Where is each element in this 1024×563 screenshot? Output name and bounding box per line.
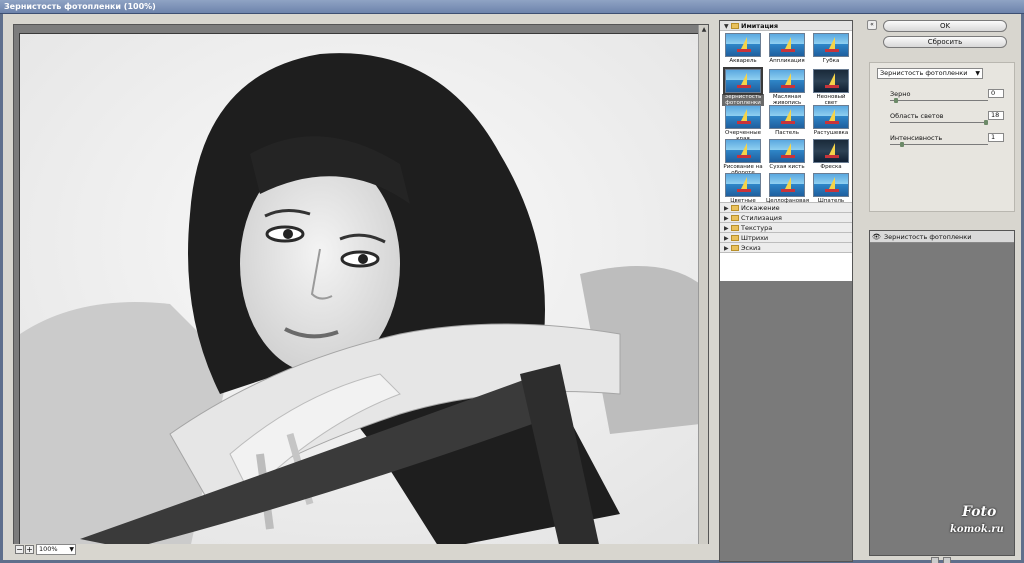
- folder-icon: [731, 205, 739, 211]
- folder-icon: [731, 245, 739, 251]
- zoom-select[interactable]: 100% ▼: [36, 544, 76, 555]
- filter-thumb[interactable]: Растушевка: [810, 105, 852, 136]
- scroll-up-icon[interactable]: ▲: [700, 26, 708, 34]
- triangle-right-icon: ▶: [724, 245, 729, 252]
- highlight-slider-handle[interactable]: [984, 120, 988, 125]
- ok-button[interactable]: OK: [883, 20, 1007, 32]
- settings-column: « OK Сбросить Зернистость фотопленки ▼ З…: [861, 18, 1019, 558]
- zoom-bar: − + 100% ▼: [13, 544, 709, 556]
- folder-icon: [731, 23, 739, 29]
- category-distort[interactable]: ▶ Искажение: [720, 203, 852, 213]
- highlight-slider-track[interactable]: [890, 122, 988, 123]
- highlight-area-input[interactable]: 18: [988, 111, 1004, 120]
- watermark-logo: Foto komok.ru: [950, 504, 1004, 535]
- filter-select[interactable]: Зернистость фотопленки ▼: [877, 68, 983, 79]
- reset-button[interactable]: Сбросить: [883, 36, 1007, 48]
- zoom-out-button[interactable]: −: [15, 545, 24, 554]
- eye-icon[interactable]: 👁: [872, 233, 881, 241]
- intensity-slider-track[interactable]: [890, 144, 988, 145]
- filter-thumb[interactable]: Масляная живопись: [766, 69, 808, 106]
- filter-thumb[interactable]: Сухая кисть: [766, 139, 808, 170]
- zoom-in-button[interactable]: +: [25, 545, 34, 554]
- category-strokes[interactable]: ▶ Штрихи: [720, 233, 852, 243]
- title-bar: Зернистость фотопленки (100%): [0, 0, 1024, 14]
- new-effect-layer-icon[interactable]: [931, 557, 939, 563]
- filter-gallery-panel: ▼ Имитация Акварель Аппликация Губка Зерн…: [719, 20, 853, 562]
- preview-image[interactable]: [19, 33, 699, 548]
- filter-thumbnail-grid: Акварель Аппликация Губка Зернистость фо…: [720, 31, 852, 210]
- category-label: Имитация: [741, 22, 779, 30]
- folder-icon: [731, 215, 739, 221]
- delete-effect-layer-icon[interactable]: [943, 557, 951, 563]
- category-imitation[interactable]: ▼ Имитация: [720, 21, 852, 31]
- filter-thumb[interactable]: Очерченные края: [722, 105, 764, 142]
- preview-panel: ▲ ▼: [13, 24, 709, 556]
- zoom-value: 100%: [39, 545, 58, 553]
- filter-thumb[interactable]: Аппликация: [766, 33, 808, 64]
- filter-settings-panel: Зернистость фотопленки ▼ Зерно 0 Область…: [869, 62, 1015, 212]
- chevron-down-icon: ▼: [975, 70, 980, 77]
- filter-thumb[interactable]: Пастель: [766, 105, 808, 136]
- category-sketch[interactable]: ▶ Эскиз: [720, 243, 852, 253]
- folder-icon: [731, 225, 739, 231]
- collapse-gallery-button[interactable]: «: [867, 20, 877, 30]
- grain-slider-track[interactable]: [890, 100, 988, 101]
- grain-slider-handle[interactable]: [894, 98, 898, 103]
- folder-icon: [731, 235, 739, 241]
- intensity-input[interactable]: 1: [988, 133, 1004, 142]
- intensity-slider-handle[interactable]: [900, 142, 904, 147]
- filter-thumb[interactable]: Губка: [810, 33, 852, 64]
- category-texture[interactable]: ▶ Текстура: [720, 223, 852, 233]
- portrait-photo: [20, 34, 698, 547]
- filter-thumb[interactable]: Акварель: [722, 33, 764, 64]
- category-stylize[interactable]: ▶ Стилизация: [720, 213, 852, 223]
- filter-thumb[interactable]: Фреска: [810, 139, 852, 170]
- filter-dialog: ▲ ▼ − + 100% ▼ ▼Имитация Акварель Апплик…: [3, 14, 1021, 563]
- effect-layer-row[interactable]: 👁 Зернистость фотопленки: [870, 231, 1014, 243]
- filter-thumb[interactable]: Неоновый свет: [810, 69, 852, 106]
- chevron-down-icon: ▼: [69, 546, 74, 553]
- filter-select-value: Зернистость фотопленки: [880, 69, 968, 77]
- grain-input[interactable]: 0: [988, 89, 1004, 98]
- window-title: Зернистость фотопленки (100%): [4, 2, 156, 11]
- preview-vertical-scrollbar[interactable]: ▲ ▼: [698, 25, 708, 555]
- filter-thumb-selected[interactable]: Зернистость фотопленки: [722, 67, 764, 106]
- filter-thumb[interactable]: Рисование на обороте: [722, 139, 764, 176]
- filter-thumb[interactable]: Шпатель: [810, 173, 852, 204]
